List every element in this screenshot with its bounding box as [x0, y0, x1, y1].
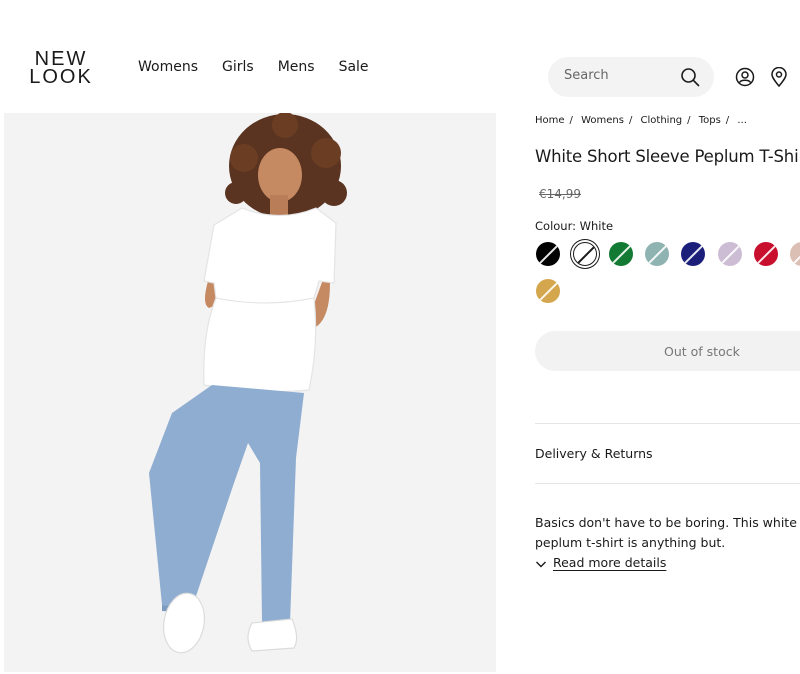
- nav-girls[interactable]: Girls: [222, 59, 254, 75]
- read-more-link[interactable]: Read more details: [535, 555, 666, 570]
- out-of-stock-button[interactable]: Out of stock: [535, 331, 800, 371]
- main-nav: Womens Girls Mens Sale: [138, 59, 369, 75]
- store-locator-icon[interactable]: [770, 66, 788, 91]
- breadcrumb-home[interactable]: Home: [535, 115, 565, 126]
- search-icon[interactable]: [680, 67, 700, 91]
- product-image[interactable]: [4, 113, 496, 672]
- breadcrumb-separator: /: [569, 115, 573, 126]
- product-title: White Short Sleeve Peplum T-Shirt: [535, 147, 800, 166]
- nav-mens[interactable]: Mens: [278, 59, 315, 75]
- nav-sale[interactable]: Sale: [339, 59, 369, 75]
- logo-line-2: LOOK: [29, 66, 93, 88]
- delivery-returns-link[interactable]: Delivery & Returns: [535, 446, 653, 461]
- breadcrumb-tops[interactable]: Tops: [699, 115, 721, 126]
- account-icon[interactable]: [735, 67, 755, 91]
- swatch-green[interactable]: [609, 242, 633, 266]
- breadcrumb-separator: /: [628, 115, 633, 126]
- read-more-label: Read more details: [552, 555, 667, 570]
- breadcrumb: Home / Womens / Clothing / Tops / ...: [535, 115, 747, 126]
- new-look-logo[interactable]: NEW LOOK: [28, 49, 94, 88]
- breadcrumb-separator: /: [687, 115, 691, 126]
- swatch-mustard[interactable]: [536, 279, 560, 303]
- nav-womens[interactable]: Womens: [138, 59, 198, 75]
- chevron-down-icon: [535, 555, 553, 570]
- breadcrumb-clothing[interactable]: Clothing: [641, 115, 683, 126]
- product-description: Basics don't have to be boring. This whi…: [535, 515, 797, 550]
- swatch-pink[interactable]: [790, 242, 800, 266]
- search-input[interactable]: [562, 67, 676, 84]
- swatch-navy[interactable]: [681, 242, 705, 266]
- divider: [535, 483, 800, 484]
- divider: [535, 423, 800, 424]
- site-header: NEW LOOK Womens Girls Mens Sale: [0, 0, 800, 113]
- product-price: €14,99: [539, 187, 581, 201]
- swatch-lilac[interactable]: [718, 242, 742, 266]
- swatch-white[interactable]: [573, 242, 597, 266]
- swatch-sage[interactable]: [645, 242, 669, 266]
- swatch-red[interactable]: [754, 242, 778, 266]
- colour-label: Colour: White: [535, 219, 614, 233]
- breadcrumb-more[interactable]: ...: [737, 115, 747, 126]
- breadcrumb-separator: /: [725, 115, 730, 126]
- breadcrumb-womens[interactable]: Womens: [581, 115, 624, 126]
- search-bar: [548, 57, 714, 97]
- swatch-black[interactable]: [536, 242, 560, 266]
